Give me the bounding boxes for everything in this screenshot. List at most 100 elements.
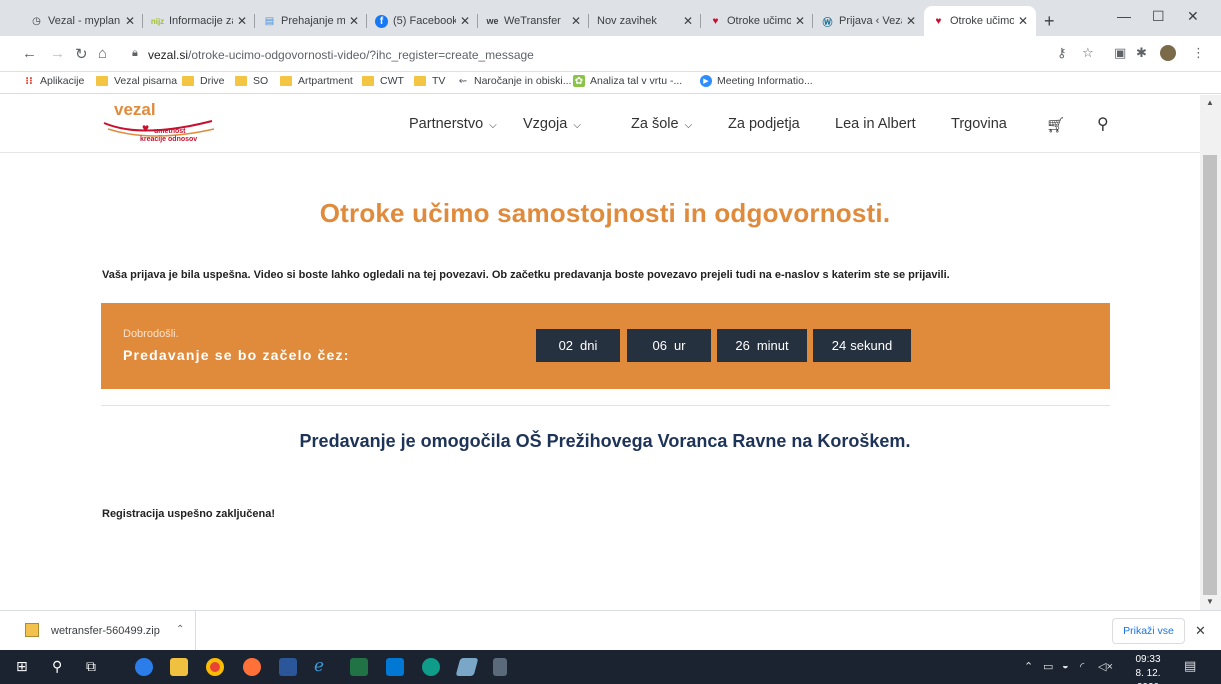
close-icon[interactable]: ✕ xyxy=(571,14,581,28)
close-icon[interactable]: ✕ xyxy=(349,14,359,28)
puzzle-icon[interactable]: ✱ xyxy=(1136,45,1147,61)
countdown-hours: 06 ur xyxy=(627,329,711,362)
internet-explorer-icon[interactable]: ℯ xyxy=(314,656,324,676)
close-icon[interactable]: ✕ xyxy=(125,14,135,28)
bookmark-artpartment[interactable]: Artpartment xyxy=(280,75,353,87)
tab-wetransfer[interactable]: we WeTransfer ✕ xyxy=(478,6,589,36)
link-icon: ⇜ xyxy=(458,75,468,87)
chevron-down-icon: ⌵ xyxy=(684,120,693,131)
menu-item-za-podjetja[interactable]: Za podjetja xyxy=(728,116,800,132)
bookmark-cwt[interactable]: CWT xyxy=(362,75,404,87)
sponsor-heading: Predavanje je omogočila OŠ Prežihovega V… xyxy=(299,431,911,451)
system-clock[interactable]: 09:33 8. 12. 2020 xyxy=(1128,653,1168,684)
url-text[interactable]: vezal.si/otroke-ucimo-odgovornosti-video… xyxy=(148,48,534,62)
tab-informacije[interactable]: nijz Informacije za ✕ xyxy=(143,6,255,36)
battery-icon[interactable]: ▭ xyxy=(1043,660,1053,673)
menu-item-lea-in-albert[interactable]: Lea in Albert xyxy=(835,116,916,132)
bookmark-star-icon[interactable]: ☆ xyxy=(1082,45,1094,61)
windows-start-icon[interactable]: ⊞ xyxy=(16,658,28,675)
success-message: Vaša prijava je bila uspešna. Video si b… xyxy=(102,269,950,281)
bookmark-meeting[interactable]: ▶ Meeting Informatio... xyxy=(700,75,813,87)
tray-chevron-icon[interactable]: ⌃ xyxy=(1024,660,1033,673)
search-icon[interactable]: ⚲ xyxy=(1097,114,1109,134)
chevron-up-icon[interactable]: ⌃ xyxy=(176,624,184,635)
bookmark-drive[interactable]: Drive xyxy=(182,75,225,87)
close-icon[interactable]: ✕ xyxy=(683,14,693,28)
close-icon[interactable]: ✕ xyxy=(795,14,805,28)
svg-text:♥: ♥ xyxy=(142,121,149,135)
search-icon[interactable]: ⚲ xyxy=(52,658,62,675)
close-icon[interactable]: ✕ xyxy=(906,14,916,28)
cart-icon[interactable]: 🛒︎ xyxy=(1046,116,1065,134)
minimize-icon[interactable]: — xyxy=(1117,8,1131,24)
close-icon[interactable]: ✕ xyxy=(237,14,247,28)
download-item[interactable]: wetransfer-560499.zip ⌃ xyxy=(0,611,196,651)
menu-dots-icon[interactable]: ⋮ xyxy=(1192,45,1205,61)
key-icon[interactable]: ⚷ xyxy=(1057,45,1067,61)
menu-item-vzgoja[interactable]: Vzgoja ⌵ xyxy=(523,116,581,132)
menu-item-trgovina[interactable]: Trgovina xyxy=(951,116,1007,132)
close-icon[interactable]: ✕ xyxy=(460,14,470,28)
countdown-days: 02 dni xyxy=(536,329,620,362)
scroll-up-icon[interactable]: ▲ xyxy=(1206,98,1214,107)
folder-icon xyxy=(362,76,374,86)
new-tab-button[interactable]: + xyxy=(1044,12,1055,30)
excel-icon[interactable] xyxy=(350,658,368,676)
tab-prehajanje[interactable]: ▤ Prehajanje mej ✕ xyxy=(255,6,367,36)
wifi-icon[interactable]: ◜ xyxy=(1080,660,1084,673)
volume-icon[interactable]: ◁× xyxy=(1098,660,1113,673)
bookmark-vezal-pisarna[interactable]: Vezal pisarna xyxy=(96,75,177,87)
close-icon[interactable]: ✕ xyxy=(1018,14,1028,28)
page-icon: ▤ xyxy=(264,15,275,27)
back-arrow-icon[interactable]: ← xyxy=(22,45,37,62)
tab-nov-zavihek[interactable]: Nov zavihek ✕ xyxy=(589,6,701,36)
show-all-button[interactable]: Prikaži vse xyxy=(1112,618,1185,644)
teamviewer-icon[interactable] xyxy=(135,658,153,676)
browser-tab-strip: ◷ Vezal - myplan ✕ nijz Informacije za ✕… xyxy=(0,0,1221,36)
close-download-bar-icon[interactable]: ✕ xyxy=(1195,623,1206,639)
bookmark-analiza-tal[interactable]: ✿ Analiza tal v vrtu -... xyxy=(573,75,682,87)
reload-icon[interactable]: ↻ xyxy=(75,45,88,63)
tab-prijava-vezal[interactable]: Ⓦ Prijava ‹ Vezal ✕ xyxy=(813,6,924,36)
browser-toolbar: ← → ↻ ⌂ 🔒︎ vezal.si/otroke-ucimo-odgovor… xyxy=(0,36,1221,72)
forward-arrow-icon[interactable]: → xyxy=(50,45,65,62)
page-scrollbar[interactable]: ▲ ▼ xyxy=(1200,95,1221,610)
notifications-icon[interactable]: ▤ xyxy=(1184,658,1196,674)
outlook-icon[interactable] xyxy=(386,658,404,676)
firefox-icon[interactable] xyxy=(243,658,261,676)
snipping-tool-icon[interactable] xyxy=(455,658,479,676)
site-logo[interactable]: ♥ vezal umetnost kreacije odnosov xyxy=(102,99,232,149)
bookmark-aplikacije[interactable]: ⁝⁝ Aplikacije xyxy=(23,75,84,87)
scroll-down-icon[interactable]: ▼ xyxy=(1206,597,1214,606)
countdown-seconds: 24 sekund xyxy=(813,329,911,362)
site-header: ♥ vezal umetnost kreacije odnosov Partne… xyxy=(0,95,1200,153)
scrollbar-thumb[interactable] xyxy=(1203,155,1217,595)
address-bar[interactable]: 🔒︎ vezal.si/otroke-ucimo-odgovornosti-vi… xyxy=(118,42,1046,68)
tab-otroke-ucimo-active[interactable]: ♥ Otroke učimo ✕ xyxy=(924,6,1036,36)
bookmark-tv[interactable]: TV xyxy=(414,75,445,87)
nijz-icon: nijz xyxy=(150,16,165,26)
menu-item-za-sole[interactable]: Za šole ⌵ xyxy=(631,116,692,132)
bookmark-narocanje[interactable]: ⇜ Naročanje in obiski... xyxy=(457,75,572,87)
home-icon[interactable]: ⌂ xyxy=(98,45,107,62)
window-close-icon[interactable]: ✕ xyxy=(1187,8,1199,25)
word-icon[interactable] xyxy=(279,658,297,676)
menu-item-partnerstvo[interactable]: Partnerstvo ⌵ xyxy=(409,116,497,132)
profile-avatar[interactable] xyxy=(1160,45,1176,61)
lock-icon[interactable]: 🔒︎ xyxy=(132,47,138,60)
tab-facebook[interactable]: f (5) Facebook ✕ xyxy=(367,6,478,36)
task-view-icon[interactable]: ⧉ xyxy=(86,658,96,675)
bookmarks-bar: ⁝⁝ Aplikacije Vezal pisarna Drive SO Art… xyxy=(0,72,1221,94)
extension-icon[interactable]: ▣ xyxy=(1114,45,1126,61)
calculator-icon[interactable] xyxy=(493,658,507,676)
file-explorer-icon[interactable] xyxy=(170,658,188,676)
tab-vezal-myplan[interactable]: ◷ Vezal - myplan ✕ xyxy=(22,6,143,36)
network-icon[interactable]: ◒ xyxy=(1062,660,1069,672)
bookmark-so[interactable]: SO xyxy=(235,75,268,87)
countdown-welcome: Dobrodošli. xyxy=(123,328,179,340)
maximize-icon[interactable]: ☐ xyxy=(1152,8,1165,25)
chrome-icon[interactable] xyxy=(206,658,224,676)
tab-otroke-ucimo-1[interactable]: ♥ Otroke učimo ✕ xyxy=(701,6,813,36)
edge-icon[interactable] xyxy=(422,658,440,676)
registration-complete: Registracija uspešno zaključena! xyxy=(102,508,276,520)
